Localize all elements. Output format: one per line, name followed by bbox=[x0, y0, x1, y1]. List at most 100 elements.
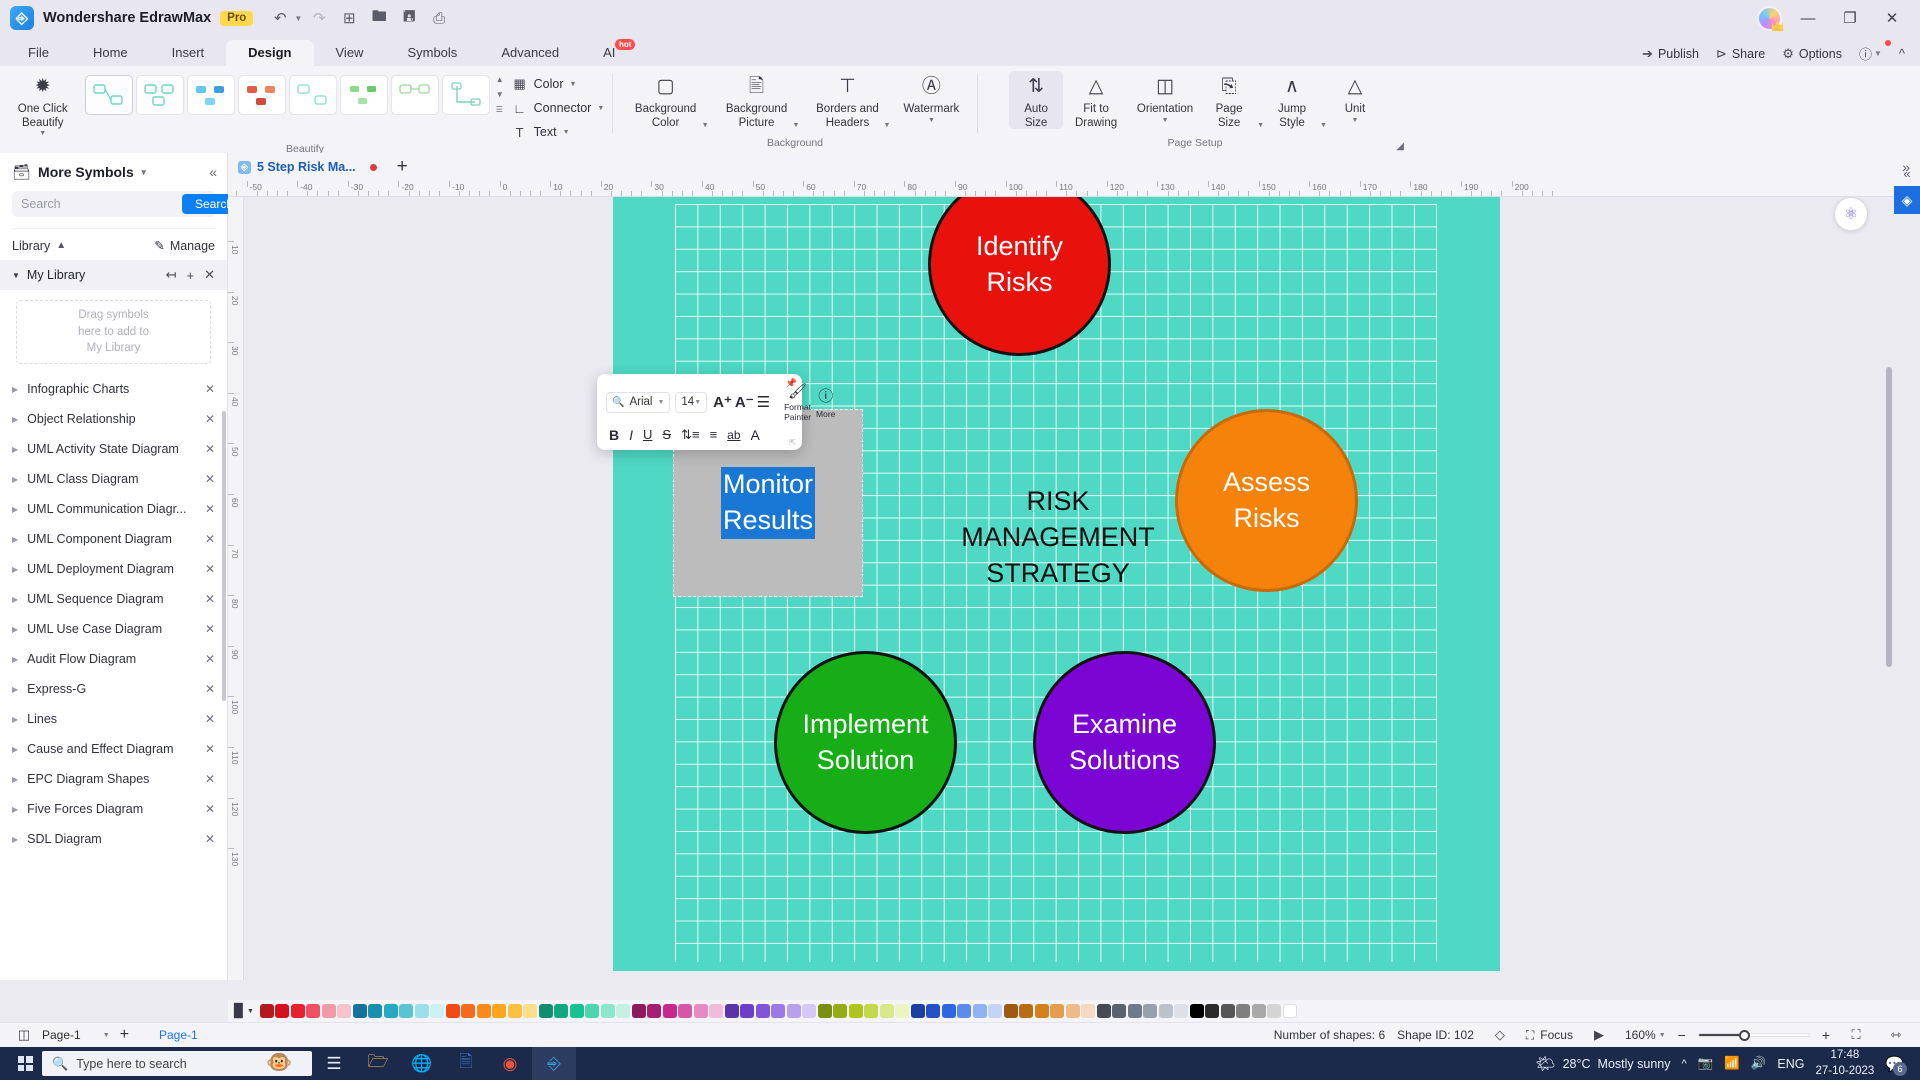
color-swatch[interactable] bbox=[957, 1004, 972, 1018]
new-icon[interactable]: ⊞ bbox=[336, 6, 362, 30]
chevron-down-icon[interactable]: ▼ bbox=[1162, 117, 1169, 125]
color-swatch[interactable] bbox=[755, 1004, 770, 1018]
align-icon[interactable]: ☰ bbox=[757, 393, 770, 411]
new-document-tab-button[interactable]: + bbox=[397, 156, 408, 178]
color-swatch[interactable] bbox=[569, 1004, 584, 1018]
library-item[interactable]: ▶ Lines ✕ bbox=[0, 704, 227, 734]
chevron-down-icon[interactable]: ▼ bbox=[1320, 122, 1327, 137]
theme-panel-icon[interactable]: ◈ bbox=[1894, 186, 1920, 214]
import-library-icon[interactable]: ↤ bbox=[166, 267, 177, 283]
options-button[interactable]: ⚙ Options bbox=[1775, 43, 1849, 65]
my-library-row[interactable]: ▼ My Library ↤ + ✕ bbox=[0, 260, 227, 290]
watermark-button[interactable]: Ⓐ Watermark ▼ bbox=[896, 71, 966, 125]
chevron-right-icon[interactable]: ▶ bbox=[12, 505, 18, 514]
library-item[interactable]: ▶ SDL Diagram ✕ bbox=[0, 824, 227, 854]
zoom-slider[interactable] bbox=[1697, 1030, 1810, 1041]
borders-headers-button[interactable]: ⊤ Borders and Headers bbox=[805, 71, 889, 130]
close-icon[interactable]: ✕ bbox=[205, 742, 215, 756]
page-tab-1[interactable]: Page-1 bbox=[159, 1028, 198, 1042]
color-swatch[interactable] bbox=[1143, 1004, 1158, 1018]
chevron-right-icon[interactable]: ▶ bbox=[12, 475, 18, 484]
color-swatch[interactable] bbox=[1174, 1004, 1189, 1018]
color-swatch[interactable] bbox=[724, 1004, 739, 1018]
color-swatch[interactable] bbox=[678, 1004, 693, 1018]
color-swatch[interactable] bbox=[1112, 1004, 1127, 1018]
word-icon[interactable]: 🗎 bbox=[444, 1047, 488, 1080]
color-swatch[interactable] bbox=[740, 1004, 755, 1018]
color-swatch[interactable] bbox=[538, 1004, 553, 1018]
chevron-right-icon[interactable]: ▶ bbox=[12, 685, 18, 694]
scroll-thumb[interactable] bbox=[1886, 367, 1892, 667]
color-swatch[interactable] bbox=[693, 1004, 708, 1018]
zoom-in-button[interactable]: + bbox=[1822, 1027, 1830, 1043]
chevron-down-icon[interactable]: ▼ bbox=[247, 1008, 254, 1015]
close-icon[interactable]: ✕ bbox=[205, 592, 215, 606]
file-explorer-icon[interactable]: 🗁 bbox=[356, 1047, 400, 1080]
style-thumb-6[interactable] bbox=[339, 75, 388, 115]
chevron-down-icon[interactable]: ▼ bbox=[793, 122, 800, 137]
background-color-button[interactable]: ▢ Background Color bbox=[624, 71, 708, 130]
chevron-down-icon[interactable]: ▼ bbox=[570, 81, 577, 88]
pin-icon[interactable]: 📌 bbox=[786, 378, 797, 389]
color-swatch[interactable] bbox=[414, 1004, 429, 1018]
color-swatch[interactable] bbox=[1205, 1004, 1220, 1018]
drop-symbols-zone[interactable]: Drag symbols here to add to My Library bbox=[16, 300, 211, 364]
add-page-button[interactable]: + bbox=[120, 1026, 129, 1044]
color-swatch[interactable] bbox=[1065, 1004, 1080, 1018]
chevron-up-icon[interactable]: ▲ bbox=[56, 240, 66, 251]
chevron-right-icon[interactable]: ▶ bbox=[12, 625, 18, 634]
restore-button[interactable]: ❐ bbox=[1830, 1, 1870, 35]
chevron-down-icon[interactable]: ▼ bbox=[1351, 117, 1358, 125]
chevron-down-icon[interactable]: ▼ bbox=[1257, 122, 1264, 137]
chevron-right-icon[interactable]: ▶ bbox=[12, 595, 18, 604]
orientation-button[interactable]: ◫ Orientation ▼ bbox=[1129, 71, 1201, 125]
auto-size-button[interactable]: ⇅ Auto Size bbox=[1009, 71, 1064, 129]
color-swatch[interactable] bbox=[802, 1004, 817, 1018]
style-thumb-7[interactable] bbox=[390, 75, 439, 115]
expand-right-panel-icon[interactable]: « bbox=[1894, 160, 1920, 186]
chevron-right-icon[interactable]: ▶ bbox=[12, 445, 18, 454]
style-thumb-8[interactable] bbox=[441, 75, 490, 115]
fill-color-tool[interactable]: ▉ ▼ bbox=[234, 1003, 254, 1019]
undo-caret-icon[interactable]: ▼ bbox=[294, 14, 302, 23]
chevron-right-icon[interactable]: ▶ bbox=[12, 715, 18, 724]
collapse-panel-icon[interactable]: « bbox=[209, 164, 217, 180]
library-scrollbar[interactable] bbox=[222, 411, 226, 701]
save-icon[interactable]: 🖪 bbox=[396, 6, 422, 30]
avatar[interactable] bbox=[1752, 3, 1786, 33]
edrawmax-icon[interactable]: ⎆ bbox=[532, 1047, 576, 1080]
tab-symbols[interactable]: Symbols bbox=[385, 40, 479, 66]
gallery-scroll-down-icon[interactable]: ▼ bbox=[496, 90, 504, 100]
color-swatch[interactable] bbox=[290, 1004, 305, 1018]
color-swatch[interactable] bbox=[941, 1004, 956, 1018]
start-button[interactable] bbox=[8, 1056, 42, 1071]
style-thumb-3[interactable] bbox=[186, 75, 235, 115]
library-item[interactable]: ▶ EPC Diagram Shapes ✕ bbox=[0, 764, 227, 794]
chevron-right-icon[interactable]: ▶ bbox=[12, 655, 18, 664]
tab-ai[interactable]: AI hot bbox=[581, 39, 637, 66]
decrease-font-size-icon[interactable]: A⁻ bbox=[735, 393, 754, 411]
color-swatch[interactable] bbox=[1096, 1004, 1111, 1018]
color-swatch[interactable] bbox=[631, 1004, 646, 1018]
style-thumb-4[interactable] bbox=[237, 75, 286, 115]
add-library-icon[interactable]: + bbox=[187, 268, 195, 283]
close-icon[interactable]: ✕ bbox=[205, 832, 215, 846]
chevron-right-icon[interactable]: ▶ bbox=[12, 745, 18, 754]
volume-icon[interactable]: 🔊 bbox=[1751, 1056, 1767, 1071]
library-item[interactable]: ▶ UML Component Diagram ✕ bbox=[0, 524, 227, 554]
font-size-select[interactable]: 14 ▼ bbox=[675, 391, 708, 413]
ai-assistant-button[interactable]: ⚛ bbox=[1834, 197, 1868, 231]
library-item[interactable]: ▶ UML Deployment Diagram ✕ bbox=[0, 554, 227, 584]
color-swatch[interactable] bbox=[383, 1004, 398, 1018]
close-icon[interactable]: ✕ bbox=[205, 562, 215, 576]
color-swatch[interactable] bbox=[616, 1004, 631, 1018]
color-swatch[interactable] bbox=[523, 1004, 538, 1018]
close-icon[interactable]: ✕ bbox=[205, 412, 215, 426]
library-item[interactable]: ▶ UML Communication Diagr... ✕ bbox=[0, 494, 227, 524]
color-swatch[interactable] bbox=[864, 1004, 879, 1018]
library-item[interactable]: ▶ UML Activity State Diagram ✕ bbox=[0, 434, 227, 464]
tray-expand-icon[interactable]: ^ bbox=[1681, 1058, 1686, 1070]
color-swatch[interactable] bbox=[507, 1004, 522, 1018]
font-name-select[interactable]: 🔍 Arial ▼ bbox=[606, 391, 671, 413]
vertical-ruler[interactable]: 10 20 30 40 50 60 70 80 90 100 110 120 130 bbox=[228, 197, 244, 980]
